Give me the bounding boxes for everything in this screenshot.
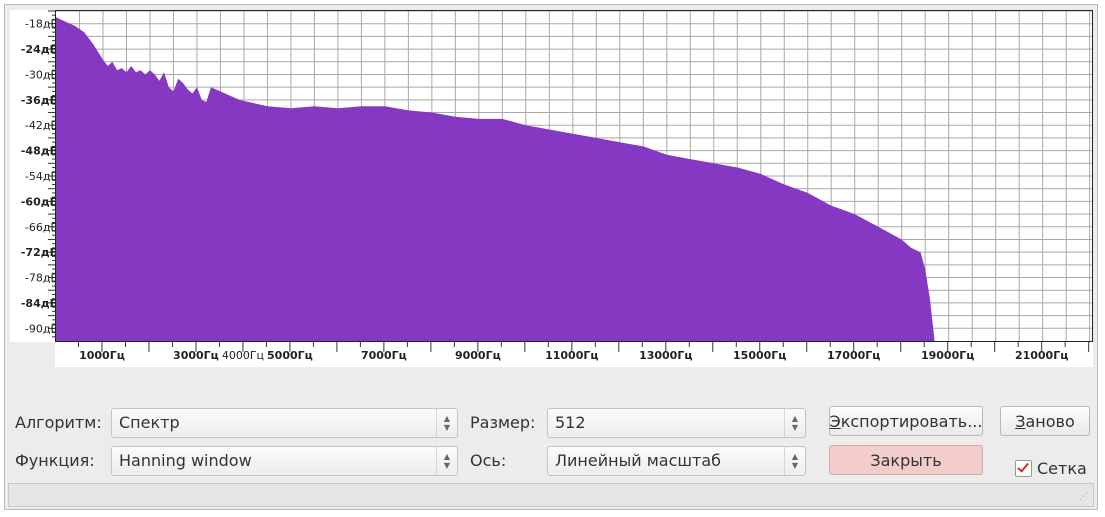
resize-grip-icon[interactable]: ⋰ [1079,493,1089,503]
y-tick-label: -60дБ [21,195,58,208]
axis-label: Ось: [470,451,507,470]
spectrum-plot[interactable] [55,10,1093,342]
algorithm-select[interactable]: Спектр ▲ ▼ [111,408,458,438]
x-tick-label: 5000Гц [267,349,313,362]
redo-button[interactable]: Заново [1000,406,1090,436]
size-label: Размер: [470,413,536,432]
function-select-value: Hanning window [119,451,252,470]
axis-select-value: Линейный масштаб [555,451,722,470]
y-tick-label: -42дБ [25,119,58,132]
x-tick-label: 21000Гц [1015,349,1068,362]
y-tick-label: -18дБ [25,18,58,31]
spin-arrows-icon[interactable]: ▲ ▼ [436,409,457,437]
spectrum-chart [56,10,1092,342]
function-label: Функция: [15,451,95,470]
grid-checkbox[interactable] [1015,459,1032,477]
x-tick-label: 13000Гц [639,349,692,362]
x-tick-label: 3000Гц [173,349,219,362]
close-button[interactable]: Закрыть [829,445,983,475]
redo-button-label: аново [1025,411,1075,431]
x-tick-label: 7000Гц [361,349,407,362]
size-select-value: 512 [555,413,586,432]
frequency-analysis-dialog: -18дБ -24дБ -30дБ -36дБ -42дБ -48дБ -54дБ -60дБ… [4,4,1098,510]
algorithm-label: Алгоритм: [15,413,102,432]
y-tick-label: -72дБ [21,246,58,259]
export-button-label: кспортировать... [840,411,983,431]
y-tick-label: -48дБ [21,145,58,158]
y-axis-labels: -18дБ -24дБ -30дБ -36дБ -42дБ -48дБ -54дБ -60дБ… [21,10,60,338]
y-tick-label: -78дБ [25,272,58,285]
x-axis-labels: 1000Гц 3000Гц 4000Гц 5000Гц 7000Гц 9000Гц 1100… [77,342,1090,362]
y-tick-label: -30дБ [25,68,58,81]
y-tick-label: -54дБ [25,170,58,183]
y-tick-label: -90дБ [25,322,58,335]
x-tick-label: 19000Гц [921,349,974,362]
algorithm-select-value: Спектр [119,413,180,432]
y-tick-label: -24дБ [21,43,58,56]
x-tick-label: 4000Гц [222,349,264,362]
spin-arrows-icon[interactable]: ▲ ▼ [436,447,457,475]
function-select[interactable]: Hanning window ▲ ▼ [111,446,458,476]
redo-button-mnemonic: З [1015,411,1026,431]
x-tick-label: 15000Гц [733,349,786,362]
spin-arrows-icon[interactable]: ▲ ▼ [784,409,805,437]
spin-arrows-icon[interactable]: ▲ ▼ [784,447,805,475]
grid-checkbox-label: Сетка [1037,458,1087,478]
axis-select[interactable]: Линейный масштаб ▲ ▼ [547,446,806,476]
x-tick-label: 1000Гц [79,349,125,362]
x-tick-label: 11000Гц [545,349,598,362]
y-axis-ruler: -18дБ -24дБ -30дБ -36дБ -42дБ -48дБ -54дБ -60дБ… [10,10,60,342]
x-axis-ruler: 1000Гц 3000Гц 4000Гц 5000Гц 7000Гц 9000Гц 1100… [55,342,1093,367]
export-button-mnemonic: Э [829,411,841,431]
y-tick-label: -84дБ [21,297,58,310]
size-select[interactable]: 512 ▲ ▼ [547,408,806,438]
x-tick-label: 17000Гц [827,349,880,362]
grid-checkbox-row[interactable]: Сетка [1015,453,1087,483]
spectrum-area [56,17,935,342]
status-bar: ⋰ [8,483,1094,507]
export-button[interactable]: Экспортировать... [829,406,983,436]
y-tick-label: -66дБ [25,221,58,234]
x-tick-label: 9000Гц [455,349,501,362]
y-tick-label: -36дБ [21,94,58,107]
